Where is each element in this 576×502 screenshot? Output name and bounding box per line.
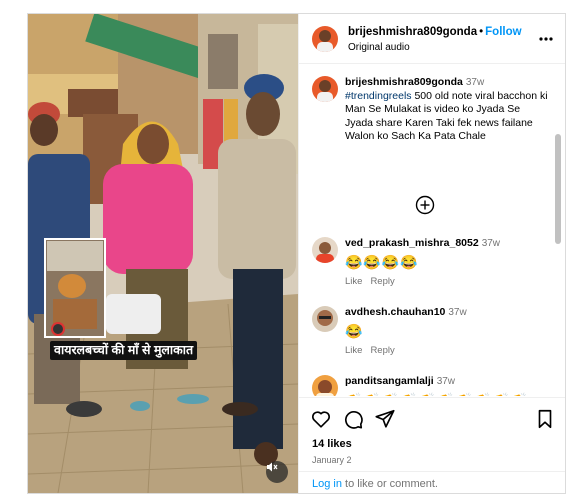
comment-body: panditsangamlalji37w 👏👏👏👏👏👏👏👏👏👏 (345, 375, 550, 396)
comment-text: 👏👏👏👏👏👏👏👏👏👏 (345, 392, 550, 397)
share-paper-plane-icon[interactable] (374, 408, 396, 430)
commenter-avatar-image (312, 237, 338, 263)
caption-avatar[interactable] (312, 76, 338, 102)
comment-body: avdhesh.chauhan10 37w 😂 Like Reply (345, 306, 550, 357)
commenter-avatar[interactable] (312, 306, 338, 332)
separator-dot: • (479, 26, 484, 38)
comment-text: 😂 (345, 322, 364, 339)
comment-bubble-icon[interactable] (342, 408, 364, 430)
comment-actions: Like Reply (345, 344, 550, 358)
caption-avatar-image (312, 76, 338, 102)
post-dialog: वायरलबच्चों की माँ से मुलाकात brijeshmis… (27, 13, 566, 494)
login-link[interactable]: Log in (312, 478, 342, 490)
comment-like-button[interactable]: Like (345, 345, 362, 356)
comment-reply-button[interactable]: Reply (370, 345, 394, 356)
author-line: brijeshmishra809gonda • Follow (348, 26, 522, 38)
author-avatar[interactable] (312, 26, 338, 52)
comment-username[interactable]: ved_prakash_mishra_8052 (345, 237, 479, 249)
comment-username[interactable]: panditsangamlalji (345, 375, 434, 387)
login-prompt: Log in to like or comment. (299, 471, 565, 493)
comments-list[interactable]: brijeshmishra809gonda 37w #trendingreels … (299, 65, 565, 396)
reel-video[interactable]: वायरलबच्चों की माँ से मुलाकात (28, 14, 298, 493)
save-bookmark-icon[interactable] (534, 408, 556, 430)
post-actions-bar: 14 likes January 2 Log in to like or com… (299, 397, 565, 493)
comment-reply-button[interactable]: Reply (370, 276, 394, 287)
post-side-panel: brijeshmishra809gonda • Follow Original au… (298, 14, 565, 493)
more-dots-icon (539, 37, 553, 41)
video-frame-image (28, 14, 298, 493)
comment-actions: Like Reply (345, 275, 550, 289)
caption-time[interactable]: 37w (466, 77, 484, 88)
post-header: brijeshmishra809gonda • Follow Original au… (299, 14, 565, 64)
commenter-avatar[interactable] (312, 237, 338, 263)
more-options-button[interactable] (536, 32, 556, 46)
comment-time[interactable]: 37w (448, 307, 466, 318)
likes-count[interactable]: 14 likes (312, 438, 352, 450)
scrollbar-thumb[interactable] (555, 134, 561, 244)
mute-button[interactable] (266, 461, 288, 483)
follow-button[interactable]: Follow (485, 26, 521, 38)
comment-username[interactable]: avdhesh.chauhan10 (345, 306, 445, 318)
post-date[interactable]: January 2 (312, 455, 352, 465)
speaker-muted-icon (267, 462, 278, 472)
author-username[interactable]: brijeshmishra809gonda (348, 26, 477, 38)
comment-time[interactable]: 37w (437, 376, 455, 387)
video-text-overlay: वायरलबच्चों की माँ से मुलाकात (50, 341, 198, 360)
comment-text: 😂😂😂😂 (345, 253, 419, 270)
commenter-avatar-image (312, 375, 338, 396)
like-heart-icon[interactable] (310, 408, 332, 430)
audio-label[interactable]: Original audio (348, 42, 410, 53)
comment-like-button[interactable]: Like (345, 276, 362, 287)
author-avatar-image (312, 26, 338, 52)
hashtag-link[interactable]: #trendingreels (345, 90, 412, 102)
caption-body: brijeshmishra809gonda 37w #trendingreels … (345, 76, 550, 144)
login-prompt-text: to like or comment. (341, 478, 438, 490)
plus-circle-icon (415, 195, 435, 215)
comment-body: ved_prakash_mishra_8052 37w 😂😂😂😂 Like Repl… (345, 237, 550, 288)
caption-username[interactable]: brijeshmishra809gonda (345, 76, 463, 88)
comment-time[interactable]: 37w (482, 238, 500, 249)
load-more-comments-button[interactable] (415, 195, 435, 215)
commenter-avatar-image (312, 306, 338, 332)
commenter-avatar[interactable] (312, 375, 338, 396)
